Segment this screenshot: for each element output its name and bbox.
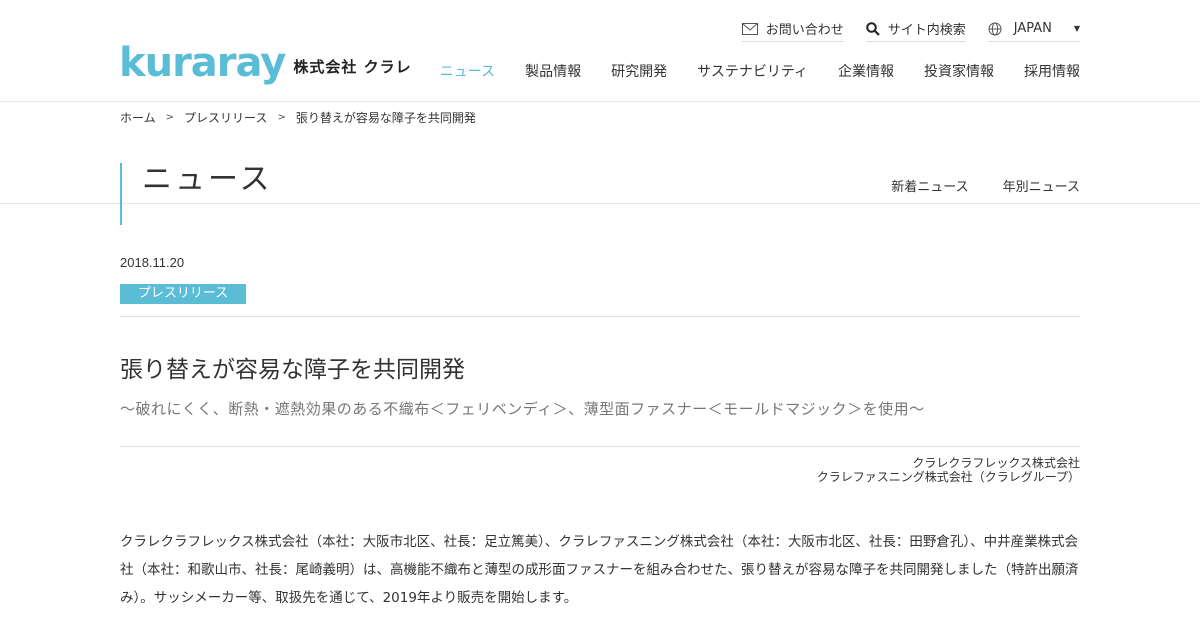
mail-icon [741,22,758,35]
divider [120,316,1080,317]
nav-item-sustainability[interactable]: サステナビリティ [697,61,808,81]
breadcrumb-press-release[interactable]: プレスリリース [184,109,267,126]
site-search-link[interactable]: サイト内検索 [865,20,966,42]
utility-nav: お問い合わせ サイト内検索 JAPAN ▼ [741,20,1080,42]
search-label: サイト内検索 [887,23,966,38]
article-body: クラレクラフレックス株式会社（本社：大阪市北区、社長：足立篤美）、クラレファスニ… [120,534,1079,606]
region-selector[interactable]: JAPAN ▼ [987,20,1080,42]
nav-item-products[interactable]: 製品情報 [525,61,581,81]
site-header: kuraray 株式会社 クラレ お問い合わせ サイト内検索 JAPAN ▼ ニ… [0,0,1200,102]
news-sub-nav: 新着ニュース 年別ニュース [891,176,1080,195]
sub-nav-news-by-year[interactable]: 年別ニュース [1003,176,1080,195]
article-subtitle: ～破れにくく、断熱・遮熱効果のある不織布＜フェリベンディ＞、薄型面ファスナー＜モ… [120,400,925,418]
global-nav: ニュース 製品情報 研究開発 サステナビリティ 企業情報 投資家情報 採用情報 [440,61,1080,81]
nav-item-investors[interactable]: 投資家情報 [924,61,994,81]
contact-label: お問い合わせ [765,23,844,38]
sub-nav-latest-news[interactable]: 新着ニュース [891,176,968,195]
logo-mark: kuraray [119,40,286,86]
breadcrumb: ホーム > プレスリリース > 張り替えが容易な障子を共同開発 [120,109,476,126]
kuraray-logo[interactable]: kuraray 株式会社 クラレ [119,40,412,84]
heading-accent-bar [120,163,122,225]
company-name: クラレファスニング株式会社（クラレグループ） [816,470,1080,484]
search-icon [865,21,880,36]
article-date: 2018.11.20 [120,255,185,270]
page-title: ニュース [142,162,273,197]
caret-down-icon: ▼ [1073,24,1080,33]
nav-item-rnd[interactable]: 研究開発 [611,61,667,81]
nav-item-careers[interactable]: 採用情報 [1024,61,1080,81]
article-title: 張り替えが容易な障子を共同開発 [120,357,465,383]
logo-company-name: 株式会社 クラレ [293,58,412,76]
nav-item-news[interactable]: ニュース [440,61,495,81]
divider [120,446,1080,447]
breadcrumb-home[interactable]: ホーム [120,109,156,126]
issuing-companies: クラレクラフレックス株式会社 クラレファスニング株式会社（クラレグループ） [817,456,1080,484]
breadcrumb-current: 張り替えが容易な障子を共同開発 [295,111,476,125]
region-label: JAPAN [1013,21,1052,36]
globe-icon [988,22,1002,36]
breadcrumb-separator: > [165,112,175,123]
nav-item-company[interactable]: 企業情報 [838,61,894,81]
breadcrumb-separator: > [277,112,286,123]
contact-link[interactable]: お問い合わせ [741,20,844,42]
company-name: クラレクラフレックス株式会社 [912,456,1080,470]
category-badge: プレスリリース [120,284,246,304]
